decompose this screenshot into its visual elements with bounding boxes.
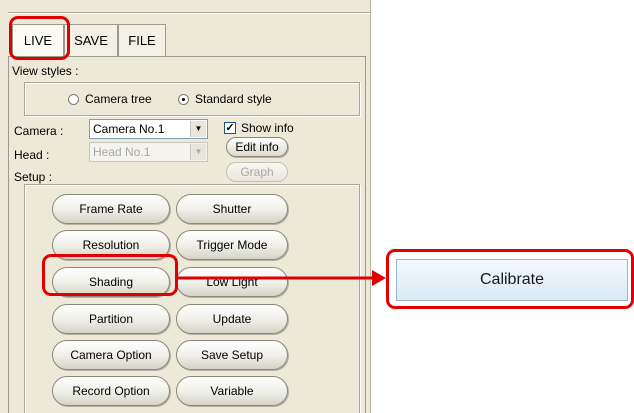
calibrate-label: Calibrate (479, 271, 545, 288)
calibrate-button[interactable]: Calibrate (396, 259, 628, 301)
callout-arrow-icon (178, 270, 386, 286)
